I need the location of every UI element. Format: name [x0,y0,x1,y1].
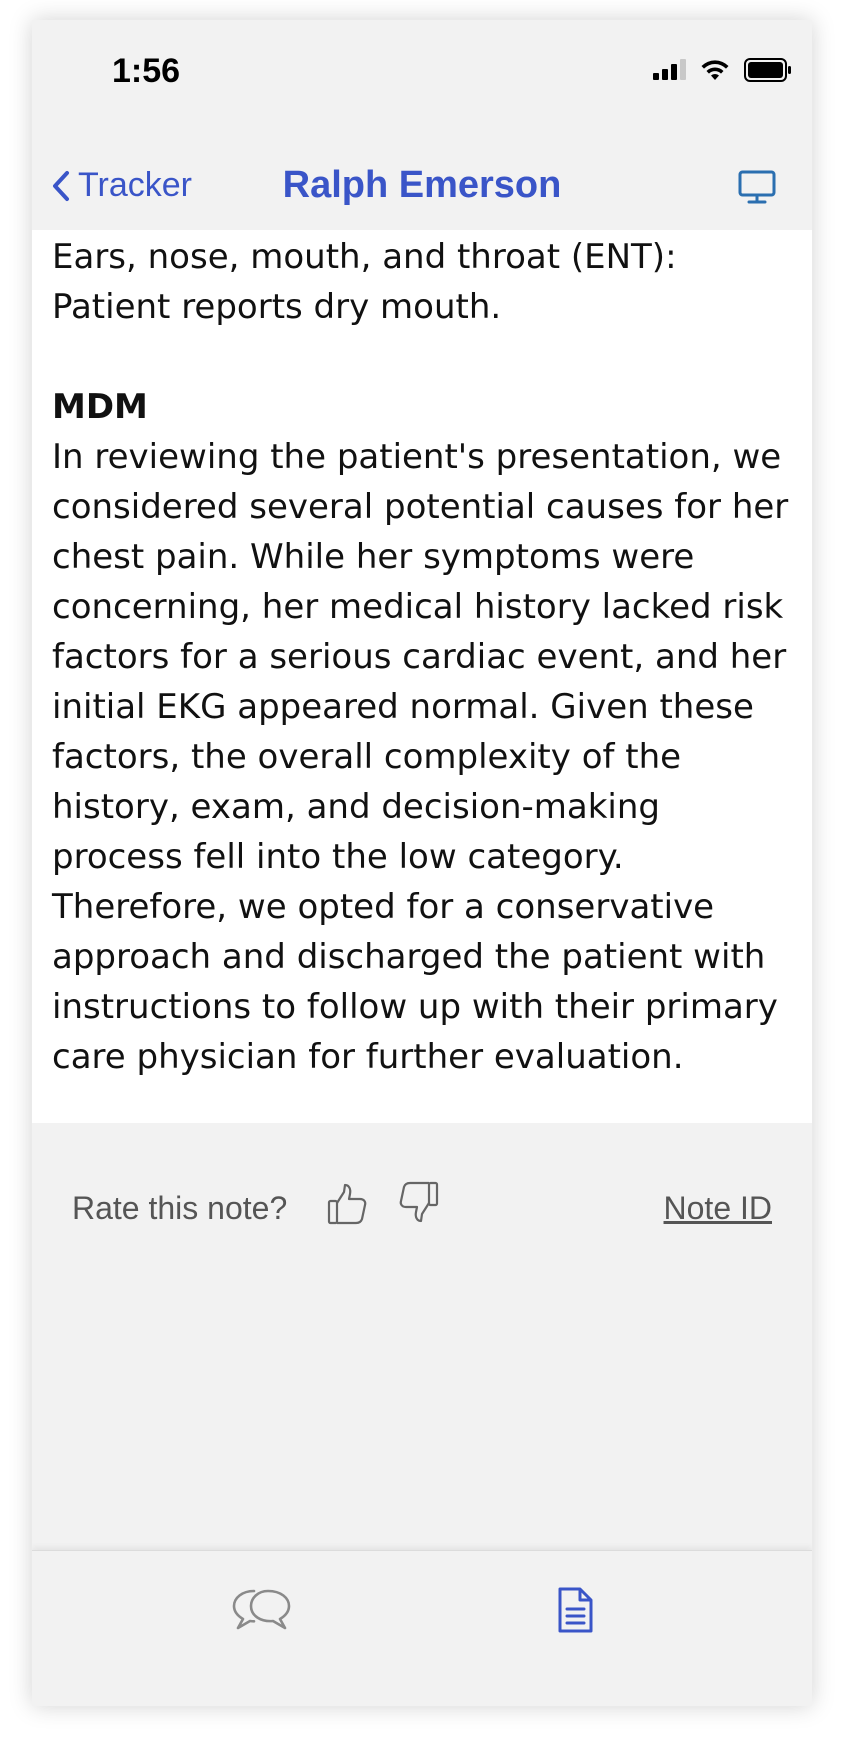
page-title: Ralph Emerson [282,164,562,206]
status-time: 1:56 [112,52,181,90]
battery-icon [744,58,791,82]
note-id-link[interactable]: Note ID [664,1190,772,1227]
thumbs-down-icon [399,1181,439,1223]
cellular-signal-icon [653,59,686,80]
desktop-monitor-icon [738,170,776,204]
thumbs-up-button[interactable] [326,1182,368,1231]
thumbs-down-button[interactable] [398,1180,440,1229]
navigation-bar: Tracker Ralph Emerson [32,130,812,230]
status-icons [652,58,792,82]
desktop-view-button[interactable] [738,170,776,209]
status-bar: 1:56 [32,20,812,130]
mdm-heading: MDM [52,387,148,427]
wifi-icon [701,60,729,80]
chat-bubbles-icon [232,1589,291,1630]
phone-screen: 1:56 Tracker Ralph Emerson Ears, nose, m… [32,20,812,1706]
tab-note-document[interactable] [555,1585,595,1640]
tab-conversation[interactable] [230,1587,294,1638]
thumbs-up-icon [327,1183,367,1225]
ent-finding: Ears, nose, mouth, and throat (ENT): Pat… [52,237,677,327]
tab-bar [32,1550,812,1706]
document-icon [558,1587,593,1633]
mdm-text: In reviewing the patient's presentation,… [52,437,789,1077]
rate-prompt: Rate this note? [72,1190,288,1226]
note-content: Ears, nose, mouth, and throat (ENT): Pat… [32,230,812,1123]
rating-row: Rate this note? Note ID [32,1170,812,1240]
